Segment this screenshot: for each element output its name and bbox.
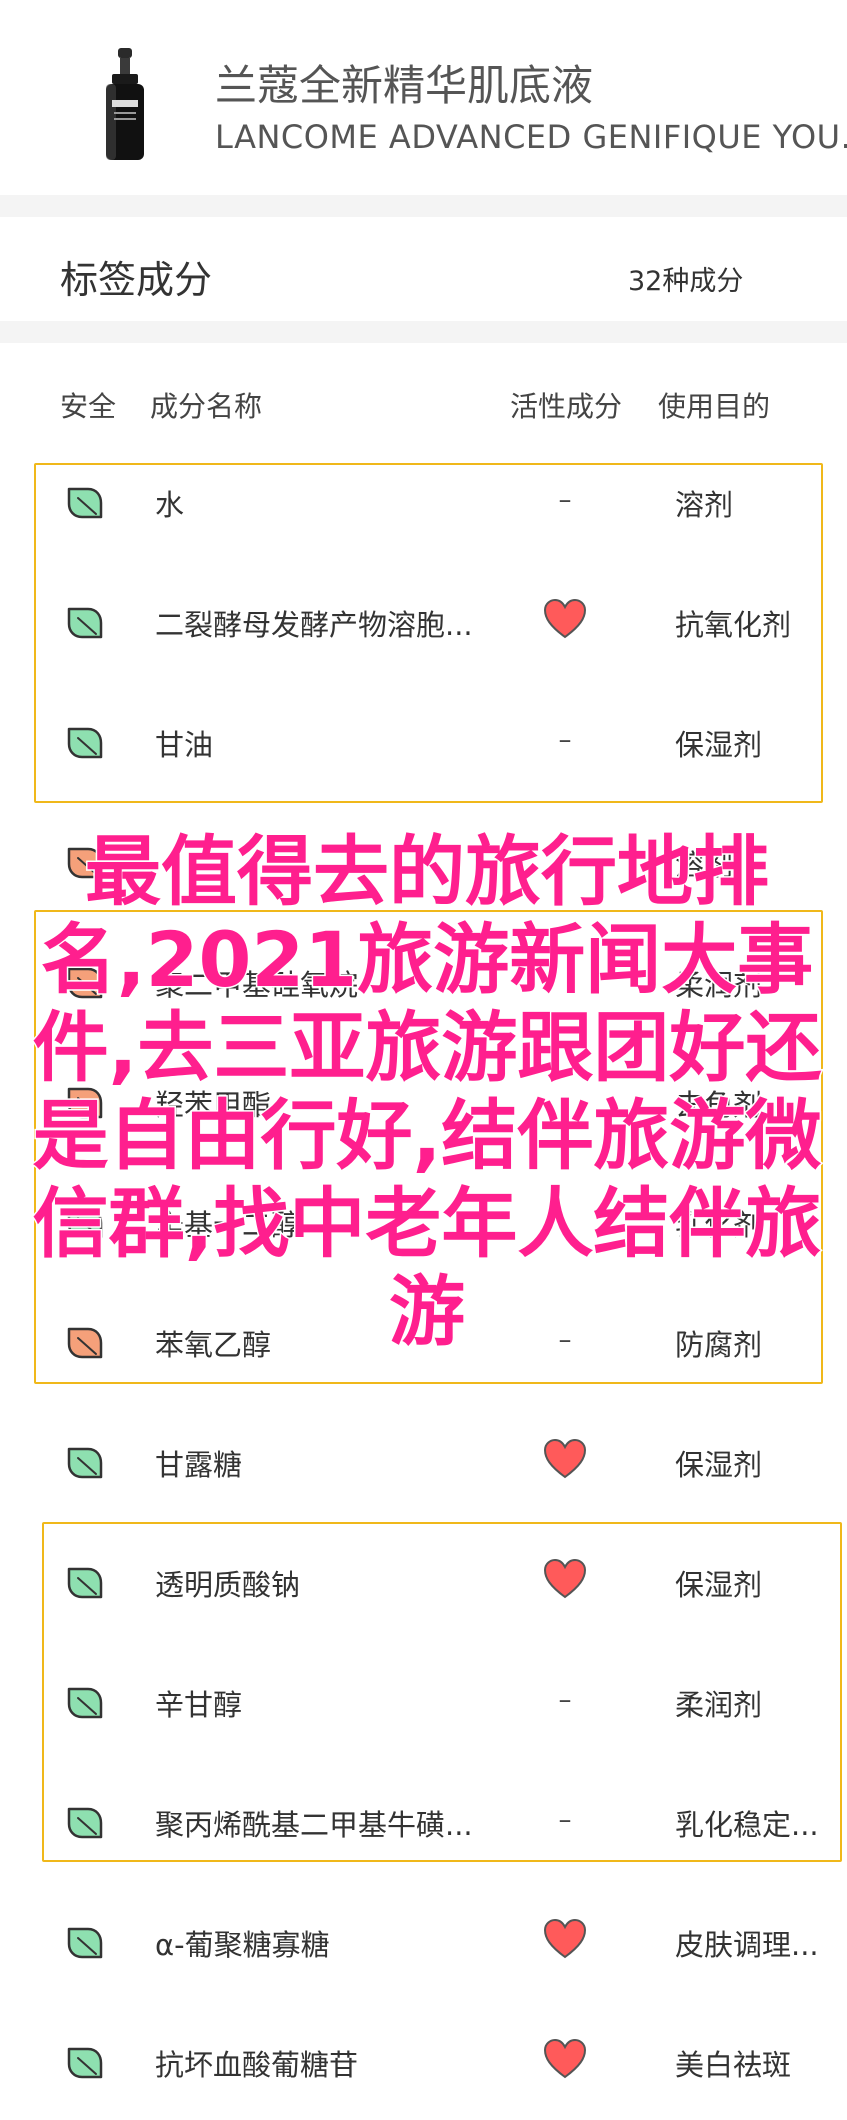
safe-leaf-icon xyxy=(67,1687,103,1719)
active-indicator: – xyxy=(558,1805,572,1835)
ingredient-name: α-葡聚糖寡糖 xyxy=(155,1928,330,1962)
section-header: 标签成分 32种成分 xyxy=(0,217,847,321)
safe-leaf-icon xyxy=(67,1447,103,1479)
ingredient-purpose: 美白祛斑 xyxy=(675,2048,792,2082)
column-header-active: 活性成分 xyxy=(510,390,623,423)
heart-icon xyxy=(540,598,590,642)
ingredient-purpose: 保湿剂 xyxy=(675,728,763,762)
ingredient-row[interactable]: 二裂酵母发酵产物溶胞... 抗氧化剂 xyxy=(0,560,847,680)
ingredient-row[interactable]: 水 – 溶剂 xyxy=(0,440,847,560)
active-indicator: – xyxy=(558,1685,572,1715)
ingredient-name: 抗坏血酸葡糖苷 xyxy=(155,2048,359,2082)
column-header-name: 成分名称 xyxy=(150,390,263,423)
heart-icon xyxy=(540,1558,590,1602)
safe-leaf-icon xyxy=(67,1807,103,1839)
safe-leaf-icon xyxy=(67,1927,103,1959)
ingredient-purpose: 保湿剂 xyxy=(675,1448,763,1482)
overlay-caption: 最值得去的旅行地排名,2021旅游新闻大事件,去三亚旅游跟团好还是自由行好,结伴… xyxy=(31,826,823,1357)
safe-leaf-icon xyxy=(67,2047,103,2079)
heart-icon xyxy=(540,2038,590,2082)
active-indicator: – xyxy=(558,725,572,755)
ingredient-row[interactable]: 甘露糖 保湿剂 xyxy=(0,1400,847,1520)
ingredient-row[interactable]: 透明质酸钠 保湿剂 xyxy=(0,1520,847,1640)
product-name-en: LANCOME ADVANCED GENIFIQUE YOU. xyxy=(215,118,847,156)
heart-icon xyxy=(540,1918,590,1962)
ingredient-purpose: 皮肤调理... xyxy=(675,1928,819,1962)
safe-leaf-icon xyxy=(67,727,103,759)
product-header: 兰蔻全新精华肌底液 LANCOME ADVANCED GENIFIQUE YOU… xyxy=(0,0,847,195)
ingredient-name: 甘露糖 xyxy=(155,1448,243,1482)
ingredient-row[interactable]: 辛甘醇 – 柔润剂 xyxy=(0,1640,847,1760)
ingredient-row[interactable]: 抗坏血酸葡糖苷 美白祛斑 xyxy=(0,2000,847,2120)
product-name-cn: 兰蔻全新精华肌底液 xyxy=(215,61,594,110)
product-bottle-image xyxy=(106,48,144,160)
ingredient-row[interactable]: 聚丙烯酰基二甲基牛磺... – 乳化稳定... xyxy=(0,1760,847,1880)
ingredient-purpose: 保湿剂 xyxy=(675,1568,763,1602)
ingredient-count: 32种成分 xyxy=(628,266,744,297)
ingredient-purpose: 乳化稳定... xyxy=(675,1808,819,1842)
divider xyxy=(0,321,847,343)
ingredient-row[interactable]: 甘油 – 保湿剂 xyxy=(0,680,847,800)
column-header-safety: 安全 xyxy=(60,390,117,423)
divider xyxy=(0,195,847,217)
heart-icon xyxy=(540,1438,590,1482)
ingredient-name: 透明质酸钠 xyxy=(155,1568,301,1602)
ingredient-name: 甘油 xyxy=(155,728,214,762)
ingredient-name: 聚丙烯酰基二甲基牛磺... xyxy=(155,1808,473,1842)
ingredient-name: 水 xyxy=(155,488,185,522)
section-title: 标签成分 xyxy=(60,258,213,302)
ingredient-name: 辛甘醇 xyxy=(155,1688,243,1722)
ingredient-purpose: 溶剂 xyxy=(675,488,734,522)
ingredient-name: 二裂酵母发酵产物溶胞... xyxy=(155,608,473,642)
ingredient-purpose: 柔润剂 xyxy=(675,1688,763,1722)
safe-leaf-icon xyxy=(67,487,103,519)
safe-leaf-icon xyxy=(67,1567,103,1599)
active-indicator: – xyxy=(558,485,572,515)
column-header-purpose: 使用目的 xyxy=(658,390,771,423)
ingredient-row[interactable]: α-葡聚糖寡糖 皮肤调理... xyxy=(0,1880,847,2000)
safe-leaf-icon xyxy=(67,607,103,639)
ingredient-purpose: 抗氧化剂 xyxy=(675,608,792,642)
